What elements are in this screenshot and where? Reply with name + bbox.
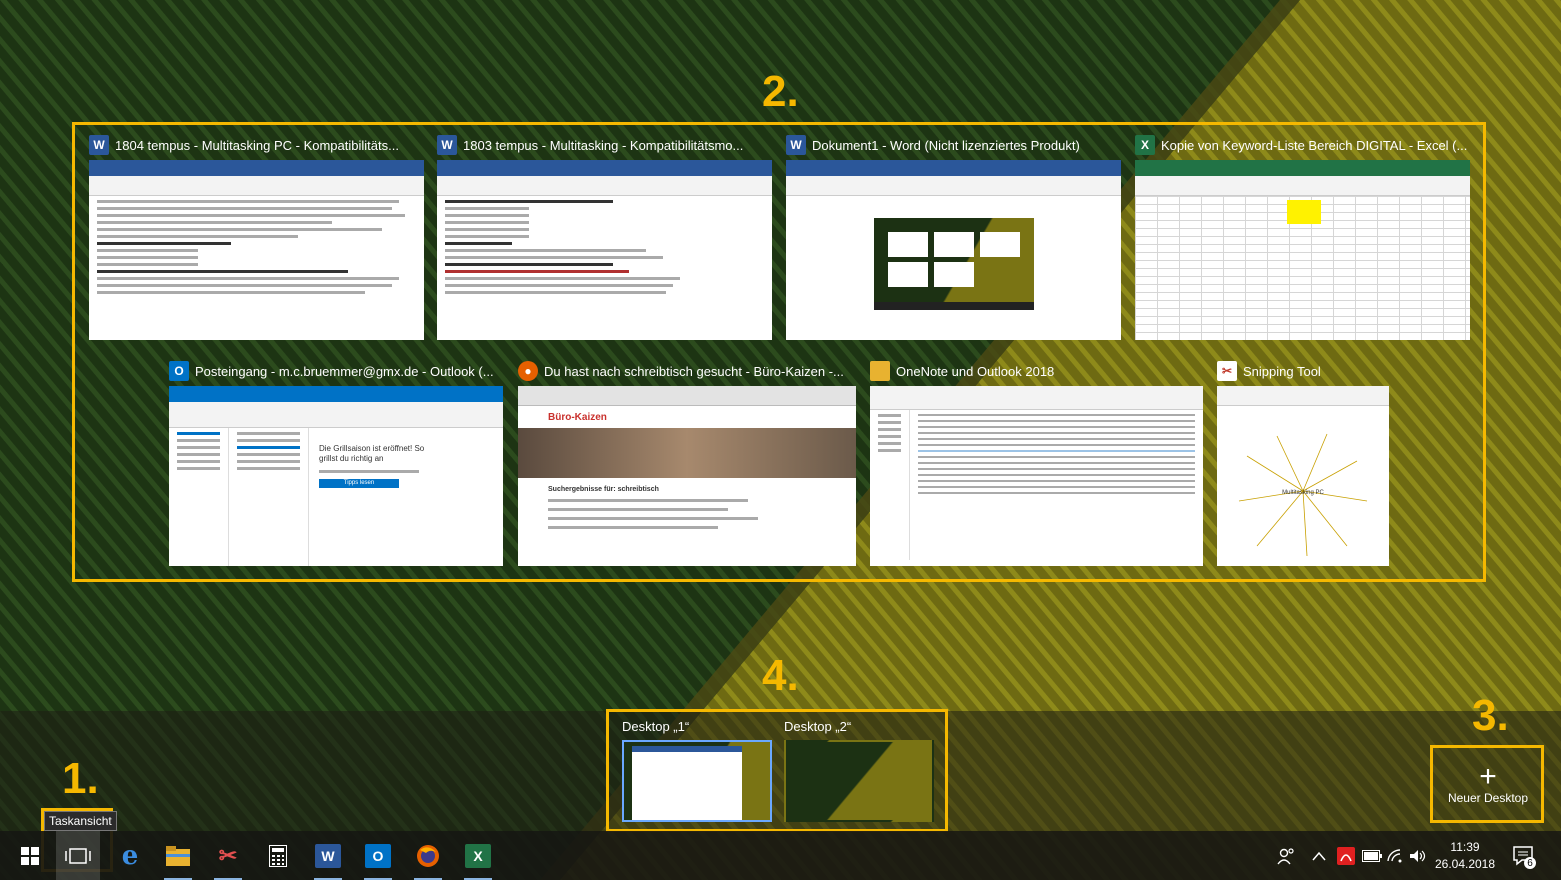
taskbar: e ✂ W O X 11:39 26.04.2018 6: [0, 831, 1561, 880]
excel-icon: X: [465, 843, 491, 868]
wifi-icon[interactable]: [1384, 831, 1408, 880]
action-center-button[interactable]: 6: [1504, 831, 1544, 880]
calculator-icon: [269, 844, 287, 867]
plus-icon: +: [1479, 760, 1497, 793]
windows-logo-icon: [21, 846, 39, 865]
edge-icon: e: [121, 840, 139, 871]
acrobat-icon[interactable]: [1334, 831, 1358, 880]
annotation-box-windows: [72, 122, 1486, 582]
annotation-box-desktops: [606, 709, 948, 832]
annotation-number-3: 3.: [1472, 691, 1509, 740]
snipping-tool-icon: ✂: [218, 842, 238, 868]
new-desktop-button[interactable]: + Neuer Desktop: [1433, 748, 1543, 820]
task-view-tooltip: Taskansicht: [44, 811, 117, 831]
chevron-up-icon[interactable]: [1308, 831, 1330, 880]
task-view-button[interactable]: [56, 831, 100, 880]
firefox-icon: [417, 844, 439, 867]
annotation-number-4: 4.: [762, 651, 799, 700]
annotation-number-1: 1.: [62, 754, 99, 803]
outlook-button[interactable]: O: [356, 831, 400, 880]
annotation-number-2: 2.: [762, 67, 799, 116]
folder-icon: [166, 845, 190, 866]
snipping-tool-button[interactable]: ✂: [206, 831, 250, 880]
calculator-button[interactable]: [256, 831, 300, 880]
notification-count: 6: [1524, 857, 1536, 869]
clock-date: 26.04.2018: [1434, 856, 1496, 871]
clock-time: 11:39: [1450, 839, 1480, 854]
word-icon: W: [315, 843, 341, 868]
start-button[interactable]: [8, 831, 52, 880]
clock[interactable]: 11:39 26.04.2018: [1430, 831, 1500, 880]
excel-button[interactable]: X: [456, 831, 500, 880]
volume-icon[interactable]: [1406, 831, 1430, 880]
task-view-icon: [65, 847, 91, 864]
battery-icon[interactable]: [1360, 831, 1384, 880]
file-explorer-button[interactable]: [156, 831, 200, 880]
outlook-icon: O: [365, 843, 391, 868]
firefox-button[interactable]: [406, 831, 450, 880]
new-desktop-label: Neuer Desktop: [1447, 791, 1529, 805]
edge-button[interactable]: e: [108, 831, 152, 880]
word-button[interactable]: W: [306, 831, 350, 880]
people-icon[interactable]: [1272, 831, 1300, 880]
